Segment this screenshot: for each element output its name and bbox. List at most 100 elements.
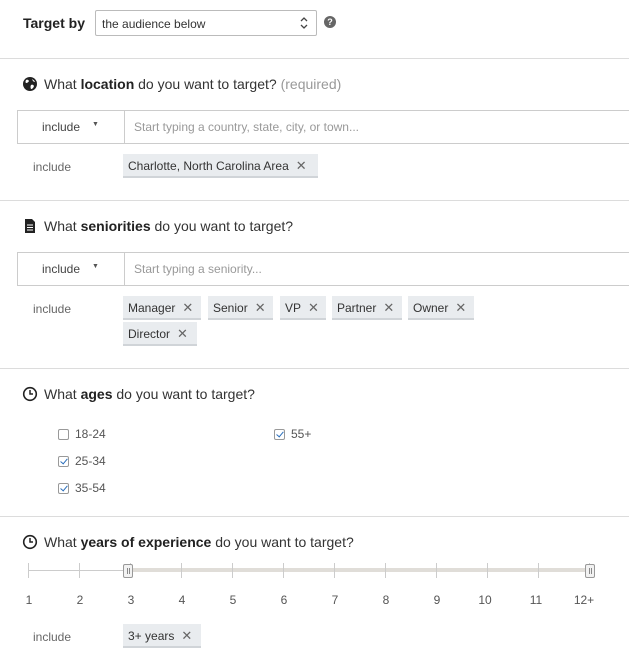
seniority-chip: Partner ✕ (332, 296, 402, 320)
experience-heading: What years of experience do you want to … (44, 534, 354, 550)
remove-chip-icon[interactable]: ✕ (455, 300, 466, 316)
slider-tick-label: 3 (127, 593, 135, 607)
select-arrows-icon (300, 17, 308, 29)
experience-include-label: include (33, 630, 72, 644)
remove-chip-icon[interactable]: ✕ (181, 628, 192, 644)
experience-slider-range (128, 568, 590, 572)
experience-chip-label: 3+ years (128, 629, 175, 643)
seniority-chip-label: Manager (128, 301, 176, 315)
location-chip: Charlotte, North Carolina Area ✕ (123, 154, 318, 178)
location-heading: What location do you want to target? (re… (44, 76, 341, 92)
seniority-chip: Director ✕ (123, 322, 197, 346)
seniorities-heading-bold: seniorities (80, 218, 151, 234)
target-by-select-value: the audience below (102, 17, 206, 31)
slider-tick-label: 8 (382, 593, 390, 607)
experience-heading-bold: years of experience (80, 534, 212, 550)
slider-tick-label: 12+ (573, 593, 595, 607)
age-checkbox-18-24[interactable] (58, 429, 69, 440)
slider-tick (538, 563, 539, 578)
seniority-chip: Senior ✕ (208, 296, 273, 320)
caret-down-icon: ▼ (92, 121, 99, 128)
age-checkbox-25-34[interactable] (58, 456, 69, 467)
seniority-include-dropdown[interactable]: include ▼ (18, 253, 125, 285)
help-icon[interactable]: ? (324, 16, 336, 28)
seniority-chip-label: Senior (213, 301, 248, 315)
seniority-chip: Owner ✕ (408, 296, 474, 320)
section-divider (0, 368, 629, 369)
remove-chip-icon[interactable]: ✕ (296, 158, 307, 174)
experience-heading-pre: What (44, 534, 81, 550)
seniority-input-row: include ▼ (17, 252, 629, 286)
age-checkbox-55-plus[interactable] (274, 429, 285, 440)
location-chip-label: Charlotte, North Carolina Area (128, 159, 289, 173)
location-input-row: include ▼ (17, 110, 629, 144)
location-heading-pre: What (44, 76, 81, 92)
section-divider (0, 58, 629, 59)
slider-tick (28, 563, 29, 578)
target-by-label: Target by (23, 15, 85, 31)
slider-tick-label: 11 (529, 593, 543, 607)
slider-max-handle[interactable] (585, 564, 595, 578)
location-include-dropdown-label: include (42, 120, 81, 134)
slider-tick-label: 1 (25, 593, 33, 607)
seniority-chip-label: Partner (337, 301, 377, 315)
document-icon (25, 219, 35, 233)
seniority-chip-label: Director (128, 327, 171, 341)
experience-heading-post: do you want to target? (211, 534, 354, 550)
seniority-chip-label: VP (285, 301, 302, 315)
location-heading-post: do you want to target? (134, 76, 281, 92)
slider-tick (181, 563, 182, 578)
slider-tick (334, 563, 335, 578)
required-note: (required) (280, 76, 342, 92)
slider-tick-label: 6 (280, 593, 288, 607)
slider-tick (436, 563, 437, 578)
ages-heading-post: do you want to target? (112, 386, 255, 402)
slider-tick (385, 563, 386, 578)
location-search-input[interactable] (134, 120, 614, 134)
caret-down-icon: ▼ (92, 263, 99, 270)
age-label: 35-54 (75, 481, 106, 495)
slider-tick (232, 563, 233, 578)
slider-tick (283, 563, 284, 578)
remove-chip-icon[interactable]: ✕ (255, 300, 266, 316)
seniority-chip: VP ✕ (280, 296, 326, 320)
seniority-chip: Manager ✕ (123, 296, 201, 320)
target-by-select[interactable]: the audience below (95, 10, 317, 36)
section-divider (0, 516, 629, 517)
clock-icon (22, 386, 38, 402)
seniority-search-input[interactable] (134, 262, 614, 276)
seniority-include-label: include (33, 302, 72, 316)
ages-heading-pre: What (44, 386, 81, 402)
slider-tick (487, 563, 488, 578)
experience-chip: 3+ years ✕ (123, 624, 201, 648)
age-checkbox-35-54[interactable] (58, 483, 69, 494)
globe-icon (23, 77, 37, 91)
clock-icon (22, 534, 38, 550)
remove-chip-icon[interactable]: ✕ (308, 300, 319, 316)
seniority-include-dropdown-label: include (42, 262, 81, 276)
location-heading-bold: location (80, 76, 135, 92)
slider-tick-label: 10 (478, 593, 492, 607)
slider-min-handle[interactable] (123, 564, 133, 578)
seniorities-heading-post: do you want to target? (150, 218, 294, 234)
location-include-dropdown[interactable]: include ▼ (18, 111, 125, 143)
age-label: 55+ (291, 427, 312, 441)
seniorities-heading: What seniorities do you want to target? (44, 218, 293, 234)
remove-chip-icon[interactable]: ✕ (383, 300, 394, 316)
age-label: 25-34 (75, 454, 106, 468)
section-divider (0, 200, 629, 201)
seniorities-heading-pre: What (44, 218, 81, 234)
slider-tick-label: 7 (331, 593, 339, 607)
slider-tick (79, 563, 80, 578)
remove-chip-icon[interactable]: ✕ (177, 326, 188, 342)
age-label: 18-24 (75, 427, 106, 441)
seniority-chip-label: Owner (413, 301, 449, 315)
ages-heading: What ages do you want to target? (44, 386, 255, 402)
slider-tick-label: 2 (76, 593, 84, 607)
slider-tick-label: 5 (229, 593, 237, 607)
slider-tick-label: 4 (178, 593, 186, 607)
location-include-label: include (33, 160, 72, 174)
slider-tick-label: 9 (433, 593, 441, 607)
ages-heading-bold: ages (80, 386, 113, 402)
remove-chip-icon[interactable]: ✕ (182, 300, 193, 316)
